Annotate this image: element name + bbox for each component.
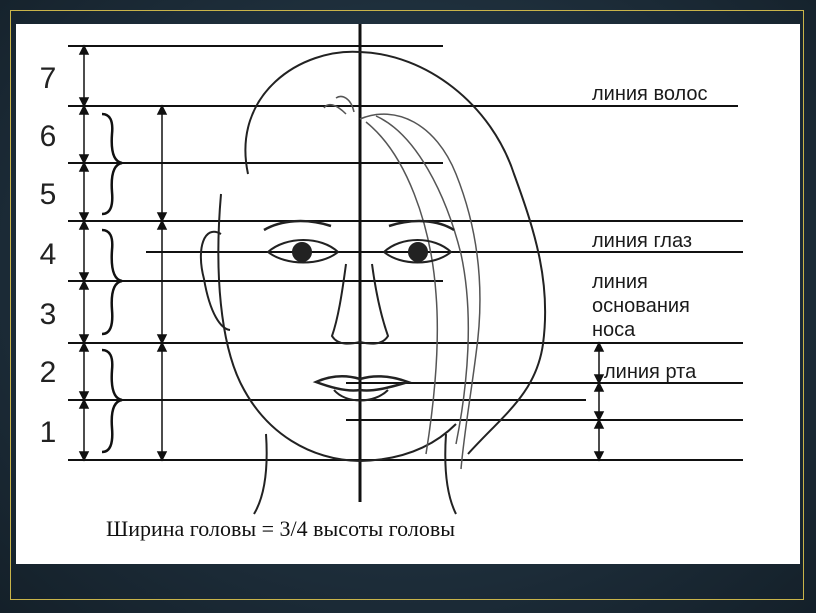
label-nose-base-2: основания — [592, 295, 690, 317]
section-number-6: 6 — [40, 120, 57, 153]
section-number-2: 2 — [40, 356, 57, 389]
section-number-7: 7 — [40, 62, 57, 95]
caption: Ширина головы = 3/4 высоты головы — [106, 516, 455, 541]
proportion-lines — [68, 45, 743, 461]
label-nose-base-3: носа — [592, 319, 636, 341]
face-proportions-diagram: 7 6 5 4 3 2 1 линия волос линия глаз лин… — [40, 24, 743, 541]
section-number-4: 4 — [40, 238, 57, 271]
section-number-3: 3 — [40, 298, 57, 331]
label-hair-line: линия волос — [592, 83, 708, 105]
line-labels: линия волос линия глаз линия основания н… — [592, 83, 708, 383]
hair-strands — [323, 95, 481, 470]
left-eyebrow — [263, 219, 332, 232]
left-pupil — [292, 242, 312, 262]
grouping-braces — [101, 112, 123, 454]
face-illustration — [199, 50, 547, 515]
section-number-1: 1 — [40, 416, 57, 449]
label-nose-base-1: линия — [592, 271, 648, 293]
label-eye-line: линия глаз — [592, 230, 692, 252]
right-pupil — [408, 242, 428, 262]
right-arrows — [593, 341, 605, 462]
section-numbers: 7 6 5 4 3 2 1 — [40, 62, 57, 449]
section-number-5: 5 — [40, 178, 57, 211]
label-mouth-line: линия рта — [604, 361, 697, 383]
content-panel: 7 6 5 4 3 2 1 линия волос линия глаз лин… — [16, 24, 800, 564]
slide: 7 6 5 4 3 2 1 линия волос линия глаз лин… — [0, 0, 816, 613]
right-eyebrow — [388, 219, 455, 232]
